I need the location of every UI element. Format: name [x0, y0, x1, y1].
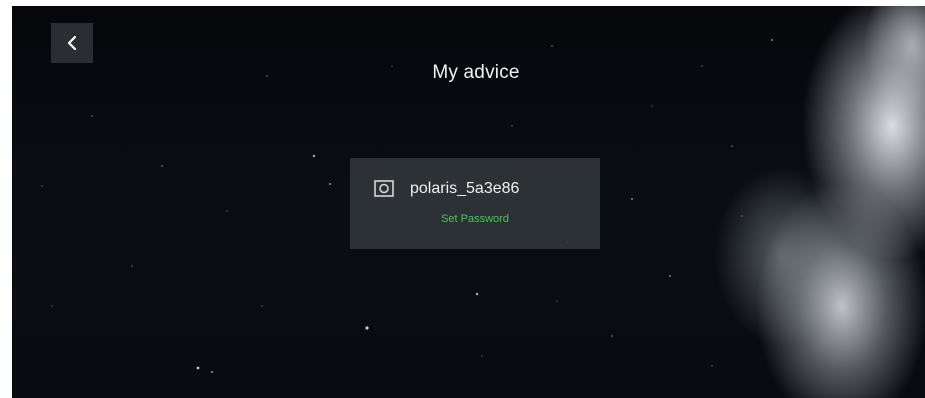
- chevron-left-icon: [67, 35, 77, 51]
- app-screen: My advice polaris_5a3e86 Set Password: [12, 6, 925, 398]
- device-icon: [374, 180, 394, 197]
- back-button[interactable]: [51, 23, 93, 63]
- device-card[interactable]: polaris_5a3e86 Set Password: [350, 158, 600, 249]
- page-title: My advice: [432, 62, 520, 83]
- device-name: polaris_5a3e86: [410, 180, 520, 197]
- set-password-link[interactable]: Set Password: [350, 213, 600, 225]
